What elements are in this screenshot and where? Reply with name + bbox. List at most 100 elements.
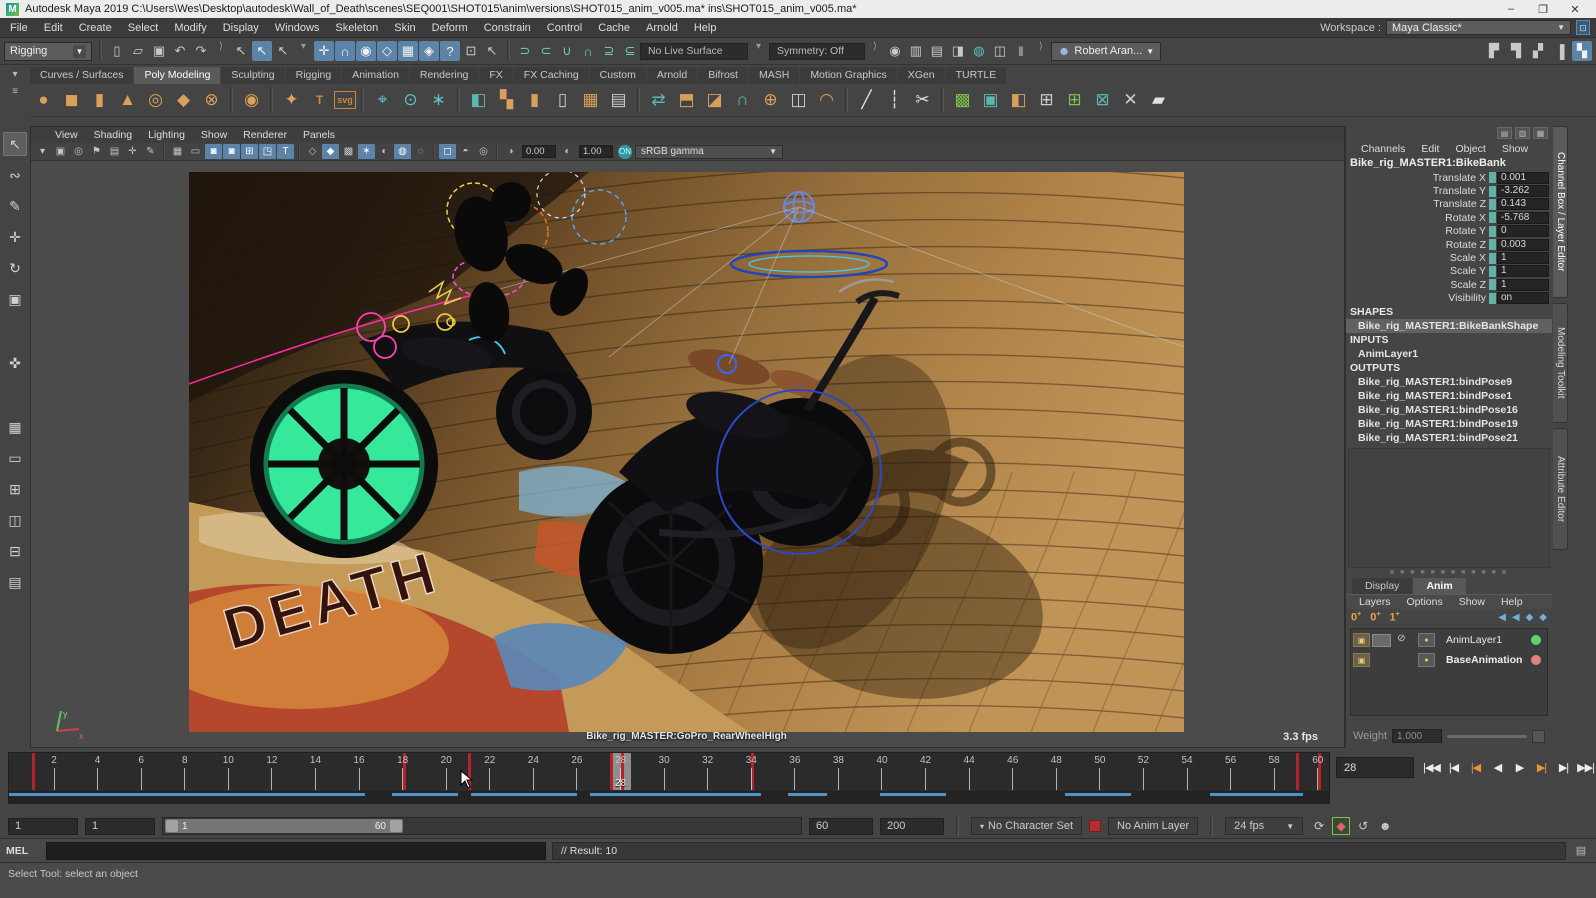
pan-zoom-icon[interactable]: ✛ [124,144,141,159]
grid-toggle-icon[interactable]: ▦ [169,144,186,159]
attribute-editor-toggle-icon[interactable]: ▐ [1550,41,1570,61]
frame-tick[interactable]: 46 [1002,755,1024,790]
safe-title-icon[interactable]: T [277,144,294,159]
user-account-menu[interactable]: ☻ Robert Aran... ▼ [1050,41,1162,61]
raise-panels-icon[interactable]: ▜ [1506,41,1526,61]
weight-value-field[interactable]: 1.000 [1392,729,1443,743]
playback-speed-select[interactable]: 24 fps ▼ [1225,817,1304,835]
attribute-value-field[interactable]: 0.001 [1497,171,1549,184]
weight-slider[interactable] [1447,734,1527,738]
film-gate-icon[interactable]: ▭ [187,144,204,159]
play-backwards-button[interactable]: ◀ [1488,758,1507,778]
motion-blur-icon[interactable]: ◌ [412,144,429,159]
keyed-channel-indicator[interactable] [1489,185,1496,197]
animation-start-field[interactable]: 1 [8,817,78,835]
symmetry-field[interactable]: Symmetry: Off [768,42,865,60]
cut-tool-button[interactable]: ✂ [909,87,936,114]
select-tool-button[interactable]: ↖ [3,132,27,156]
lasso-tool-button[interactable]: ∾ [3,163,27,187]
render-region[interactable]: DEATH [189,172,1184,732]
exposure-icon[interactable]: ◑ [502,144,519,159]
frame-tick[interactable]: 4 [87,755,109,790]
keyed-channel-indicator[interactable] [1489,212,1496,224]
workspace-select[interactable]: Maya Classic* ▼ [1386,20,1571,35]
move-tool-button[interactable]: ✛ [3,225,27,249]
current-frame-field[interactable]: 28 [1336,757,1414,778]
snap-curve-icon[interactable]: ∩ [334,41,355,61]
shelf-tab[interactable]: Rigging [285,67,342,84]
shelf-tab[interactable]: Arnold [646,67,698,84]
keyed-channel-indicator[interactable] [1489,239,1496,251]
shelf-tab[interactable]: Rendering [409,67,479,84]
menu-item[interactable]: Display [215,22,267,34]
anim-layer-status-button[interactable]: No Anim Layer [1108,817,1199,835]
modeling-toolkit-toggle-icon[interactable]: ▚ [1572,41,1592,61]
go-to-range-start-button[interactable]: |◀◀ [1422,758,1441,778]
snap-point-icon[interactable]: ◉ [355,41,376,61]
panel-splitter[interactable]: ■ ■ ■ ■ ■ ■ ■ ■ ■ ■ ■ ■ [1346,568,1552,577]
boolean-difference-button[interactable]: ▯ [549,87,576,114]
channel-box-menu-item[interactable]: Show [1495,143,1535,155]
range-end-handle[interactable] [390,820,402,832]
panel-menu-item[interactable]: Show [193,129,235,141]
make-live-shelf-button[interactable]: ▣ [977,87,1004,114]
bookmark-icon[interactable]: ⚑ [88,144,105,159]
open-input-list-icon[interactable]: ⊃ [515,41,535,61]
attribute-label[interactable]: Scale Y [1346,265,1489,277]
highlight-selection-icon[interactable]: ↖ [482,41,502,61]
poly-type-button[interactable]: T [306,87,333,114]
auto-keyframe-button[interactable]: ◆ [1332,817,1351,835]
combine-button[interactable]: ◧ [465,87,492,114]
attribute-value-field[interactable]: 1 [1497,265,1549,278]
open-scene-button[interactable]: ▱ [128,41,148,61]
BaseAnimation[interactable]: ▣ ⊘ ● BaseAnimation [1353,652,1545,669]
shelf-tab[interactable]: XGen [897,67,945,84]
attribute-label[interactable]: Scale X [1346,252,1489,264]
keyed-channel-indicator[interactable] [1489,198,1496,210]
attribute-value-field[interactable]: on [1497,292,1549,305]
menu-item[interactable]: Cache [590,22,638,34]
range-slider-bar[interactable]: 1 60 [165,819,403,833]
attribute-label[interactable]: Rotate Z [1346,239,1489,251]
hotbox-controls-icon[interactable]: ▞ [1528,41,1548,61]
gamma-icon[interactable]: ◐ [559,144,576,159]
render-settings-icon[interactable]: ◨ [948,41,968,61]
maximize-button[interactable]: ❐ [1528,3,1558,16]
last-tool-used-button[interactable]: ✜ [3,351,27,375]
frame-tick[interactable]: 12 [261,755,283,790]
lock-selection-icon[interactable]: ⊡ [461,41,481,61]
sidebar-vertical-tab[interactable]: Channel Box / Layer Editor [1553,126,1568,298]
textured-icon[interactable]: ▩ [340,144,357,159]
snap-grid-icon[interactable]: ✛ [313,41,334,61]
step-forward-frame-button[interactable]: ▶| [1554,758,1573,778]
panel-menu-item[interactable]: Renderer [235,129,295,141]
frame-tick[interactable]: 22 [479,755,501,790]
frame-tick[interactable]: 44 [958,755,980,790]
menu-set-select[interactable]: Rigging ▼ [4,41,92,61]
view-transform-select[interactable]: sRGB gamma ▼ [635,144,783,159]
lock-camera-icon[interactable]: ▣ [52,144,69,159]
layer-name[interactable]: BaseAnimation [1437,654,1529,666]
frame-tick[interactable]: 26 [566,755,588,790]
make-live-icon[interactable]: ◈ [418,41,439,61]
workspace-lock-icon[interactable]: ⊡ [1576,20,1590,35]
svg-tool-button[interactable]: svg [334,91,356,109]
separate-button[interactable]: ▚ [493,87,520,114]
menu-item[interactable]: Control [539,22,590,34]
save-scene-button[interactable]: ▣ [149,41,169,61]
channel-speed-slow-icon[interactable]: ▤ [1497,127,1512,139]
shelf-tab[interactable]: FX [479,67,513,84]
rotate-tool-button[interactable]: ↻ [3,256,27,280]
mel-label[interactable]: MEL [6,845,40,857]
boolean-union-button[interactable]: ▮ [521,87,548,114]
frame-tick[interactable]: 8 [174,755,196,790]
active-layers-counter[interactable]: 1+ [1389,611,1399,624]
menu-item[interactable]: Skeleton [327,22,386,34]
layer-mute-icon[interactable]: ⊘ [1393,633,1410,647]
shelf-tab[interactable]: Sculpting [221,67,285,84]
menu-item[interactable]: Windows [267,22,328,34]
frame-tick[interactable]: 24 [522,755,544,790]
pause-viewport-icon[interactable]: ‖ [1011,41,1031,61]
channel-speed-fast-icon[interactable]: ▦ [1533,127,1548,139]
menu-item[interactable]: Help [686,22,725,34]
